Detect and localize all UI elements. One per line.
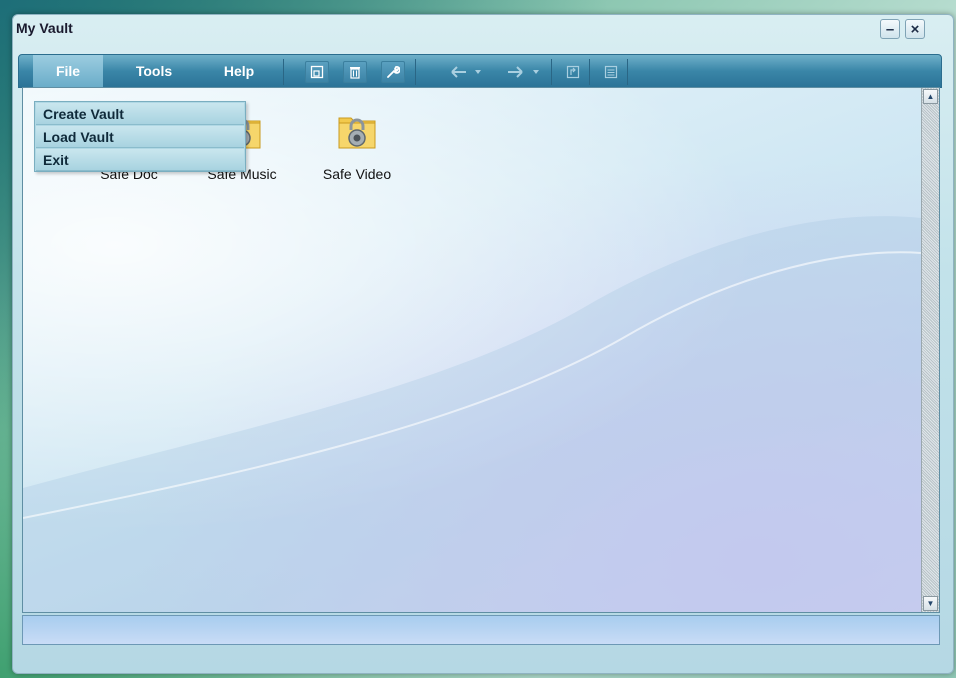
locked-folder-icon [338, 117, 376, 149]
toolbar-separator [415, 59, 416, 85]
menu-item-create-vault[interactable]: Create Vault [36, 103, 244, 125]
scroll-up-arrow-icon[interactable]: ▲ [923, 89, 938, 104]
menu-file[interactable]: File [33, 55, 103, 87]
toolbar-separator [627, 59, 628, 85]
menu-help[interactable]: Help [204, 55, 274, 87]
window-title: My Vault [16, 20, 73, 36]
vault-item-safe-video[interactable]: Safe Video [312, 108, 402, 182]
forward-dropdown-icon[interactable] [529, 61, 543, 83]
menu-item-load-vault[interactable]: Load Vault [36, 126, 244, 148]
toolbar-separator [589, 59, 590, 85]
file-menu-dropdown: Create Vault Load Vault Exit [34, 101, 246, 172]
vault-label: Safe Video [322, 166, 392, 182]
view-list-icon[interactable] [599, 61, 623, 83]
toolbar-separator [283, 59, 284, 85]
menubar: File Tools Help [18, 54, 942, 88]
forward-arrow-icon[interactable] [503, 61, 527, 83]
menu-tools[interactable]: Tools [119, 55, 189, 87]
vertical-scrollbar[interactable]: ▲ ▼ [921, 88, 939, 612]
menu-item-exit[interactable]: Exit [36, 149, 244, 171]
trash-icon[interactable] [343, 61, 367, 83]
wrench-icon[interactable] [381, 61, 405, 83]
close-button[interactable]: × [905, 19, 925, 39]
status-bar [22, 615, 940, 645]
scroll-down-arrow-icon[interactable]: ▼ [923, 596, 938, 611]
back-dropdown-icon[interactable] [471, 61, 485, 83]
new-vault-icon[interactable] [305, 61, 329, 83]
toolbar-separator [551, 59, 552, 85]
folder-up-icon[interactable] [561, 61, 585, 83]
minimize-button[interactable]: – [880, 19, 900, 39]
back-arrow-icon[interactable] [447, 61, 471, 83]
